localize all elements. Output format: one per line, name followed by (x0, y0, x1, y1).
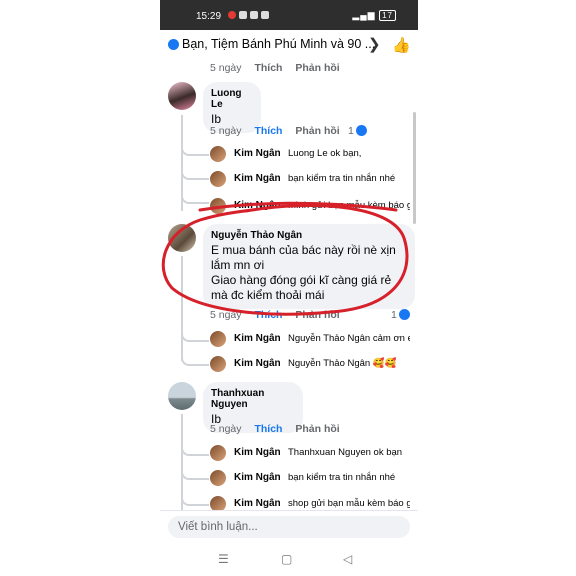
comment-time: 5 ngày (210, 309, 242, 321)
reply-author[interactable]: Kim Ngân (234, 472, 281, 483)
comment-input[interactable]: Viết bình luận... (168, 516, 410, 538)
comment-author[interactable]: Luong Le (211, 88, 253, 110)
reactions-summary[interactable]: Bạn, Tiệm Bánh Phú Minh và 90 ... (182, 37, 375, 51)
reply-text: Luong Le ok bạn, (288, 148, 362, 159)
avatar[interactable] (210, 198, 226, 214)
notification-icon (261, 11, 269, 19)
reply-text: Thanhxuan Nguyen ok bạn (288, 447, 403, 458)
reply-item: Kim Ngân Nguyễn Thảo Ngân cảm ơn e... (210, 331, 410, 347)
reply-item: Kim Ngân bạn kiểm tra tin nhắn nhé (210, 171, 410, 187)
comment-author[interactable]: Thanhxuan Nguyen (211, 388, 295, 410)
signal-icon: ▂▄▆ (352, 10, 376, 20)
reply-text: bạn kiểm tra tin nhắn nhé (288, 173, 396, 184)
comment-meta: 5 ngày Thích Phản hồi (210, 423, 340, 435)
reply-text: mình gửi bạn mẫu kèm báo gi... (288, 200, 410, 211)
reaction-count: 1 (348, 125, 354, 137)
reply-connector (181, 350, 209, 366)
comment-time: 5 ngày (210, 62, 242, 74)
reply-item: Kim Ngân mình gửi bạn mẫu kèm báo gi... (210, 198, 410, 214)
thread-line (181, 256, 183, 361)
reply-text: shop gửi bạn mẫu kèm báo gi... (288, 498, 410, 509)
reply-author[interactable]: Kim Ngân (234, 173, 281, 184)
avatar[interactable] (210, 470, 226, 486)
like-link[interactable]: Thích (254, 423, 282, 435)
comment-time: 5 ngày (210, 125, 242, 137)
reply-link[interactable]: Phản hồi (295, 62, 339, 74)
phone-screen: 15:29 ▂▄▆ 17 Bạn, Tiệm Bánh Phú Minh và … (160, 0, 418, 576)
comment-meta: 5 ngày Thích Phản hồi (210, 62, 340, 74)
like-reaction-icon (356, 125, 367, 136)
chevron-right-icon[interactable]: ❯ (368, 35, 381, 53)
avatar[interactable] (210, 356, 226, 372)
notification-icon (228, 11, 236, 19)
home-icon[interactable]: ▢ (281, 552, 292, 566)
reply-author[interactable]: Kim Ngân (234, 148, 281, 159)
avatar[interactable] (168, 82, 196, 110)
avatar[interactable] (210, 331, 226, 347)
avatar[interactable] (210, 146, 226, 162)
notification-icon (250, 11, 258, 19)
reply-text: Nguyễn Thảo Ngân 🥰🥰 (288, 358, 397, 369)
comment-composer: Viết bình luận... (160, 510, 418, 545)
status-time: 15:29 (196, 11, 222, 22)
reply-link[interactable]: Phản hồi (295, 309, 339, 321)
battery-level: 17 (379, 10, 396, 21)
comment-bubble: Nguyễn Thảo Ngân E mua bánh của bác này … (203, 224, 415, 309)
system-nav-bar: ☰ ▢ ◁ (160, 544, 418, 576)
reply-connector (181, 164, 209, 180)
like-reaction-icon (399, 309, 410, 320)
like-link[interactable]: Thích (254, 62, 282, 74)
reply-item: Kim Ngân Luong Le ok bạn, (210, 146, 410, 162)
avatar[interactable] (210, 445, 226, 461)
reply-connector (181, 328, 209, 342)
menu-icon[interactable]: ☰ (218, 552, 229, 566)
notification-icons (228, 11, 269, 19)
reply-author[interactable]: Kim Ngân (234, 447, 281, 458)
avatar[interactable] (168, 382, 196, 410)
comment-meta: 5 ngày Thích Phản hồi 1 (210, 309, 410, 321)
reply-author[interactable]: Kim Ngân (234, 333, 281, 344)
comments-list: 5 ngày Thích Phản hồi Luong Le Ib 5 ngày… (160, 58, 418, 512)
comment-meta: 5 ngày Thích Phản hồi 1 (210, 125, 370, 137)
reply-text: bạn kiểm tra tin nhắn nhé (288, 472, 396, 483)
reply-item: Kim Ngân bạn kiểm tra tin nhắn nhé (210, 470, 410, 486)
like-link[interactable]: Thích (254, 125, 282, 137)
reply-author[interactable]: Kim Ngân (234, 498, 281, 509)
status-right: ▂▄▆ 17 (352, 10, 396, 21)
back-icon[interactable]: ◁ (343, 552, 352, 566)
like-link[interactable]: Thích (254, 309, 282, 321)
reply-connector (181, 440, 209, 456)
reply-connector (181, 188, 209, 204)
reply-link[interactable]: Phản hồi (295, 125, 339, 137)
comment-time: 5 ngày (210, 423, 242, 435)
comment-author[interactable]: Nguyễn Thảo Ngân (211, 230, 407, 241)
reply-item: Kim Ngân Nguyễn Thảo Ngân 🥰🥰 (210, 356, 410, 372)
notification-icon (239, 11, 247, 19)
avatar[interactable] (168, 224, 196, 252)
avatar[interactable] (210, 171, 226, 187)
reply-connector (181, 490, 209, 506)
status-bar: 15:29 ▂▄▆ 17 (160, 0, 418, 30)
comment-text: E mua bánh của bác này rồi nè xịn lắm mn… (211, 243, 396, 302)
reply-link[interactable]: Phản hồi (295, 423, 339, 435)
reply-author[interactable]: Kim Ngân (234, 200, 281, 211)
reply-text: Nguyễn Thảo Ngân cảm ơn e... (288, 333, 410, 344)
like-reaction-icon (168, 39, 179, 50)
reply-item: Kim Ngân Thanhxuan Nguyen ok bạn (210, 445, 410, 461)
scrollbar[interactable] (413, 112, 416, 224)
reply-connector (181, 140, 209, 156)
reaction-count: 1 (391, 309, 397, 321)
reply-connector (181, 464, 209, 480)
reply-author[interactable]: Kim Ngân (234, 358, 281, 369)
post-header[interactable]: Bạn, Tiệm Bánh Phú Minh và 90 ... ❯ 👍 (160, 30, 418, 58)
thumbs-up-icon[interactable]: 👍 (392, 36, 411, 54)
